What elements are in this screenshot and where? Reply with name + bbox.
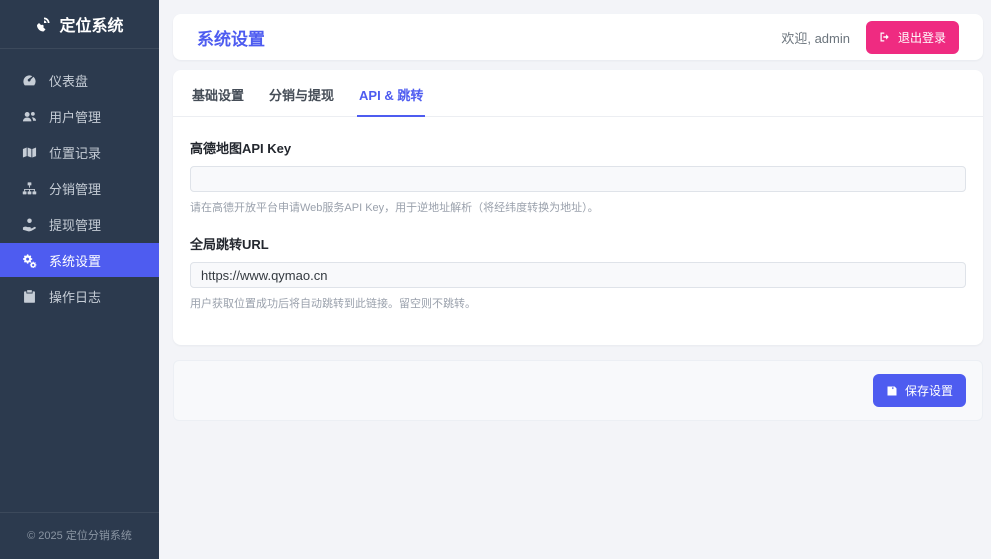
redirect-url-field-group: 全局跳转URL 用户获取位置成功后将自动跳转到此链接。留空则不跳转。 [190,234,966,311]
settings-tabs: 基础设置 分销与提现 API & 跳转 [173,70,983,117]
amap-key-help-text: 请在高德开放平台申请Web服务API Key，用于逆地址解析（将经纬度转换为地址… [190,199,966,215]
sidebar-item-withdrawals[interactable]: 提现管理 [0,207,159,241]
tab-api-redirect[interactable]: API & 跳转 [357,70,425,117]
sidebar-item-dashboard[interactable]: 仪表盘 [0,63,159,97]
welcome-text: 欢迎, admin [781,28,850,47]
sidebar-item-label: 位置记录 [49,143,101,162]
tab-basic-settings[interactable]: 基础设置 [190,70,246,117]
amap-key-label: 高德地图API Key [190,138,966,157]
form-action-bar: 保存设置 [173,360,983,421]
amap-key-input[interactable] [190,166,966,192]
clipboard-icon [22,289,37,304]
sidebar-item-label: 操作日志 [49,287,101,306]
map-icon [22,145,37,160]
app-logo: 定位系统 [0,0,159,49]
header-right: 欢迎, admin 退出登录 [781,21,959,54]
sidebar-item-label: 系统设置 [49,251,101,270]
save-settings-button[interactable]: 保存设置 [873,374,966,407]
redirect-url-help-text: 用户获取位置成功后将自动跳转到此链接。留空则不跳转。 [190,295,966,311]
logout-button-label: 退出登录 [898,29,946,46]
users-icon [22,109,37,124]
sidebar-item-label: 分销管理 [49,179,101,198]
sidebar-item-label: 提现管理 [49,215,101,234]
sidebar-item-label: 仪表盘 [49,71,88,90]
satellite-dish-icon [35,16,51,32]
header-bar: 系统设置 欢迎, admin 退出登录 [173,14,983,60]
sitemap-icon [22,181,37,196]
sidebar-menu: 仪表盘 用户管理 位置记录 分销管理 提现管理 系统设置 操作日志 [0,49,159,512]
sidebar-item-logs[interactable]: 操作日志 [0,279,159,313]
dashboard-icon [22,73,37,88]
save-icon [886,385,898,397]
sidebar-item-locations[interactable]: 位置记录 [0,135,159,169]
hand-holding-coin-icon [22,217,37,232]
sidebar-item-users[interactable]: 用户管理 [0,99,159,133]
sidebar-item-distribution[interactable]: 分销管理 [0,171,159,205]
redirect-url-label: 全局跳转URL [190,234,966,253]
redirect-url-input[interactable] [190,262,966,288]
tab-distribution-withdrawal[interactable]: 分销与提现 [267,70,336,117]
sidebar: 定位系统 仪表盘 用户管理 位置记录 分销管理 提现管理 系统设置 操作日志 [0,0,159,559]
save-button-label: 保存设置 [905,382,953,399]
settings-form: 高德地图API Key 请在高德开放平台申请Web服务API Key，用于逆地址… [173,117,983,345]
amap-key-field-group: 高德地图API Key 请在高德开放平台申请Web服务API Key，用于逆地址… [190,138,966,215]
main-content: 系统设置 欢迎, admin 退出登录 基础设置 分销与提现 API & 跳转 … [159,0,991,559]
sidebar-item-settings[interactable]: 系统设置 [0,243,159,277]
logout-button[interactable]: 退出登录 [866,21,959,54]
settings-card: 基础设置 分销与提现 API & 跳转 高德地图API Key 请在高德开放平台… [173,70,983,345]
sidebar-footer-copyright: © 2025 定位分销系统 [0,512,159,559]
sidebar-item-label: 用户管理 [49,107,101,126]
page-title: 系统设置 [197,25,265,50]
app-title: 定位系统 [59,12,123,36]
sign-out-icon [879,31,891,43]
gears-icon [22,253,37,268]
